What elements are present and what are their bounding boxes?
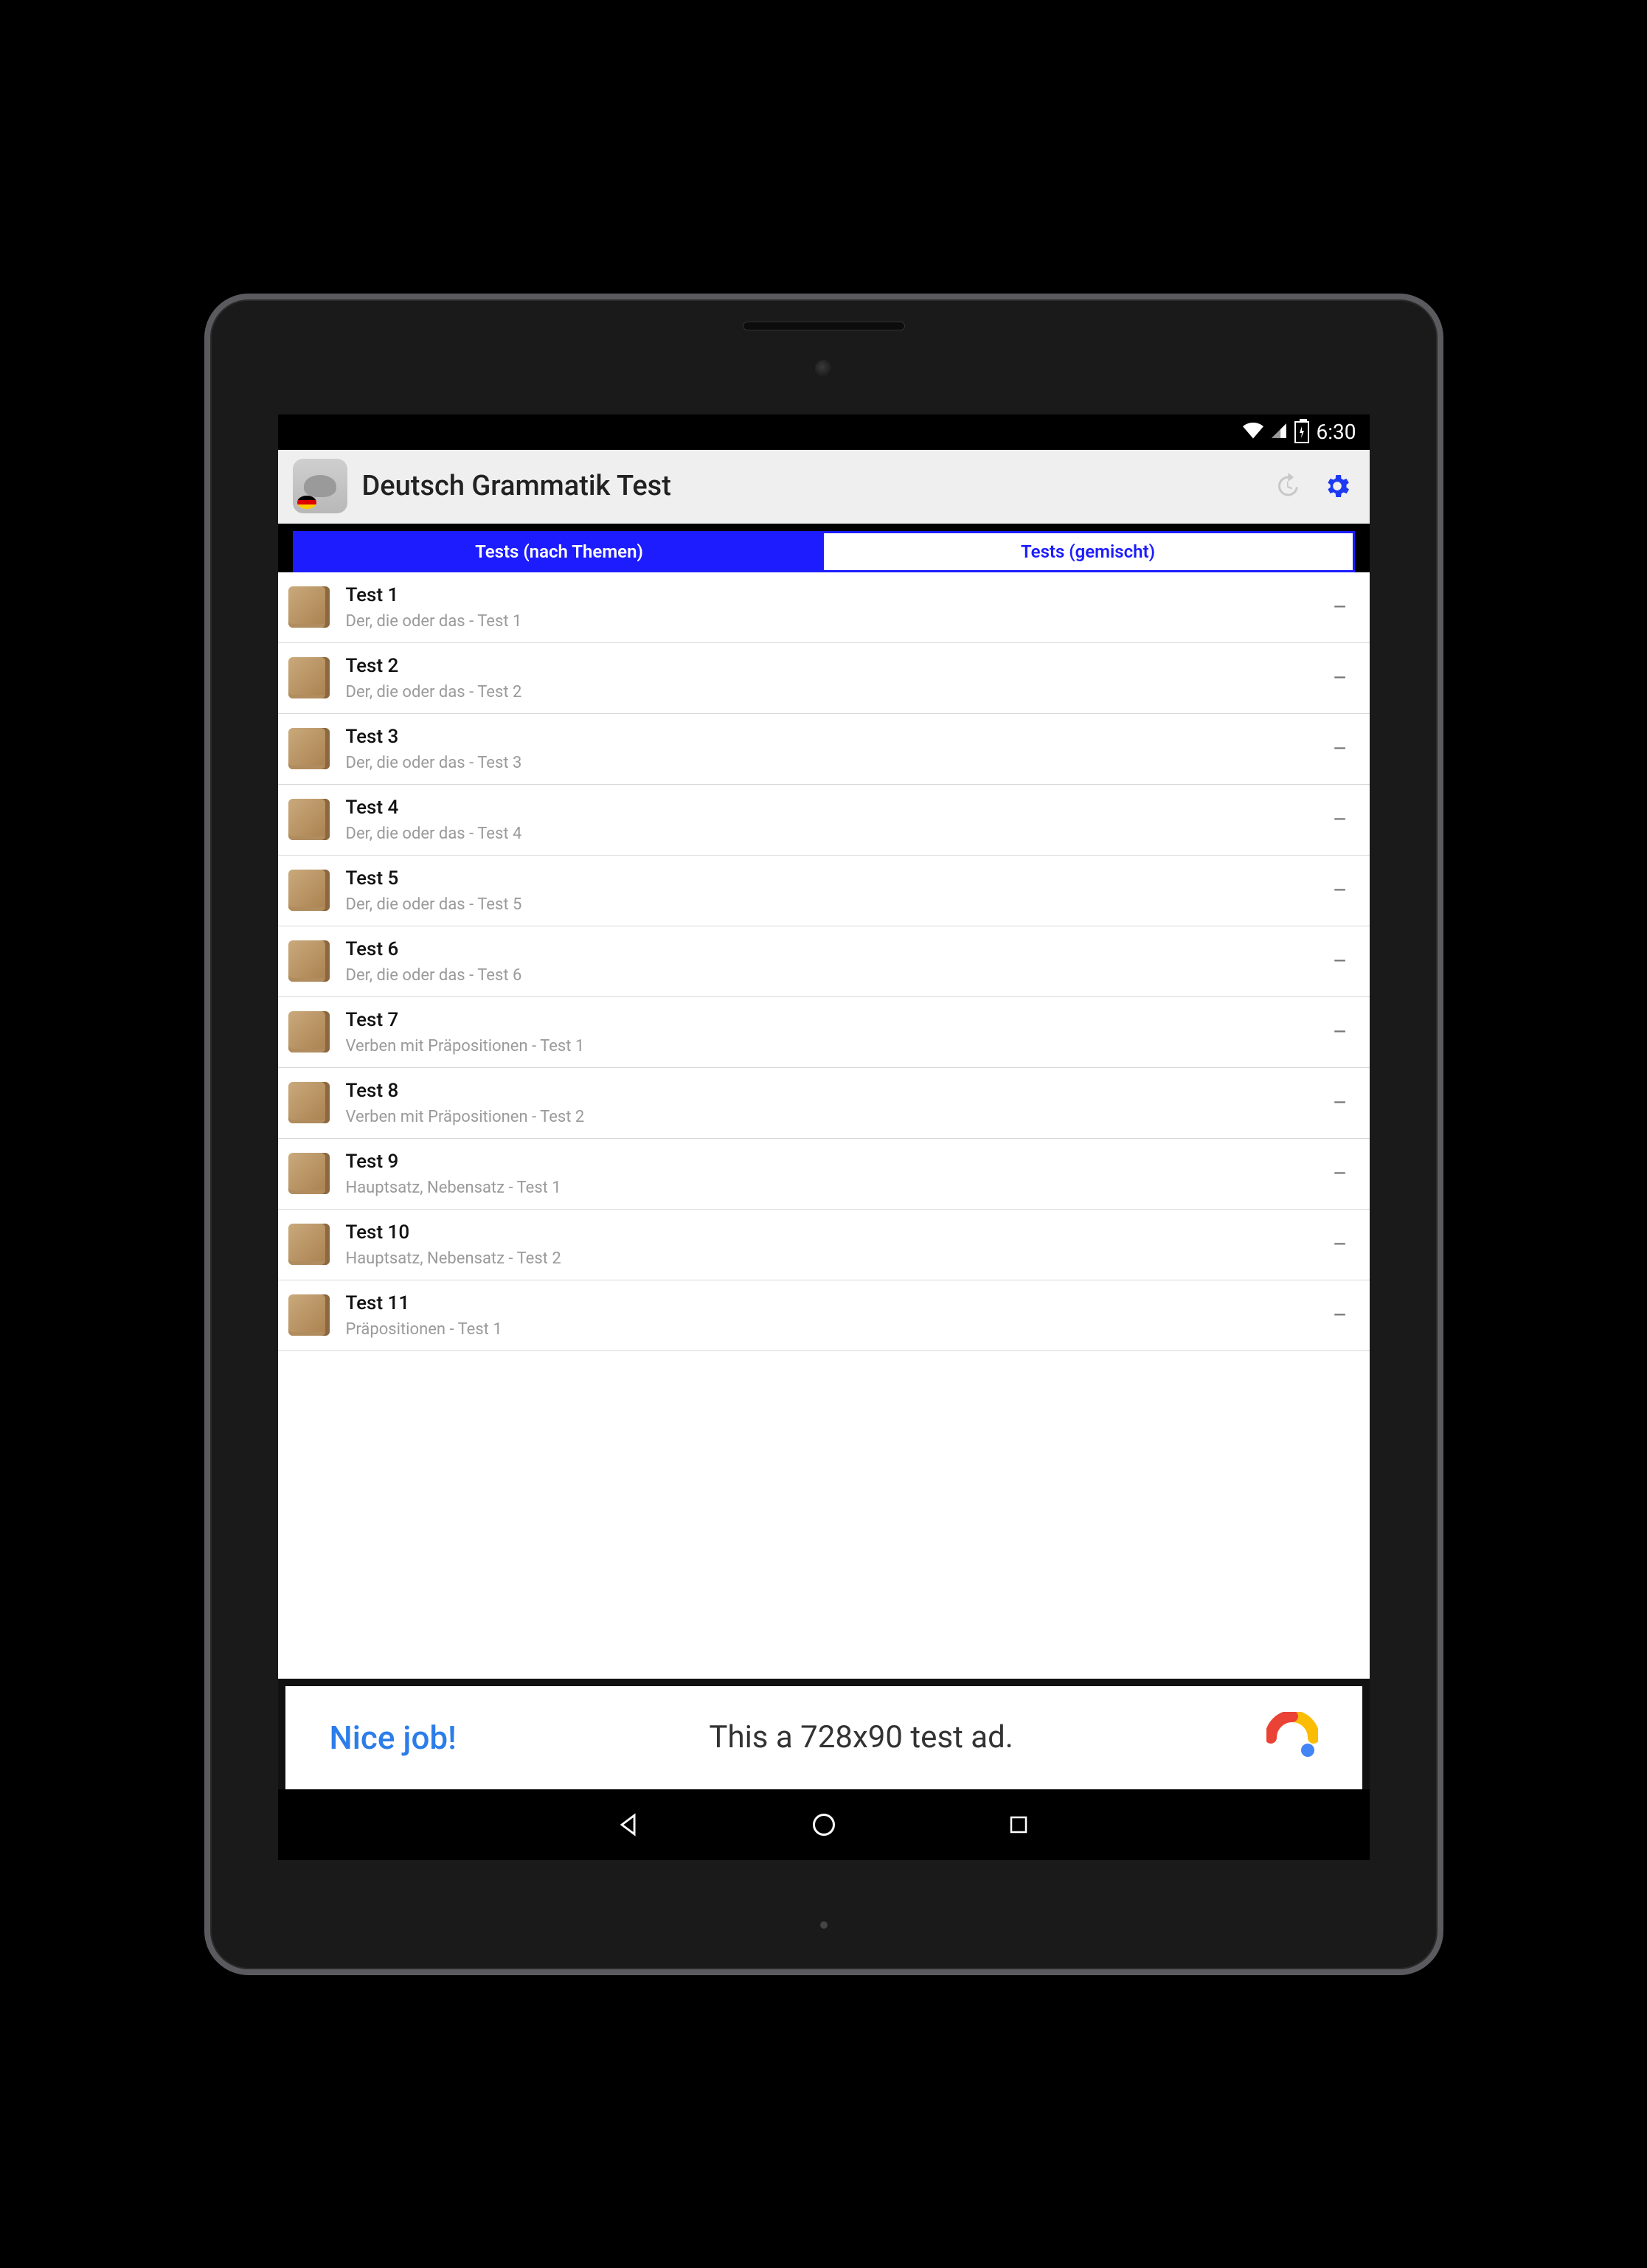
admob-icon <box>1266 1712 1318 1764</box>
test-list[interactable]: Test 1 Der, die oder das - Test 1 – Test… <box>278 572 1370 1679</box>
list-item-status: – <box>1328 594 1352 620</box>
list-item-title: Test 7 <box>346 1009 1312 1031</box>
book-icon <box>288 799 330 840</box>
signal-icon <box>1271 420 1287 444</box>
list-item[interactable]: Test 7 Verben mit Präpositionen - Test 1… <box>278 997 1370 1068</box>
list-item-subtitle: Der, die oder das - Test 3 <box>346 754 1312 772</box>
book-icon <box>288 1011 330 1052</box>
list-item-title: Test 8 <box>346 1080 1312 1102</box>
list-item[interactable]: Test 1 Der, die oder das - Test 1 – <box>278 572 1370 643</box>
book-icon <box>288 586 330 628</box>
list-item-texts: Test 2 Der, die oder das - Test 2 <box>346 655 1312 701</box>
list-item-subtitle: Präpositionen - Test 1 <box>346 1320 1312 1339</box>
nav-home-button[interactable] <box>808 1808 840 1841</box>
list-item-title: Test 2 <box>346 655 1312 677</box>
list-item-texts: Test 4 Der, die oder das - Test 4 <box>346 797 1312 843</box>
list-item-subtitle: Der, die oder das - Test 4 <box>346 825 1312 843</box>
book-icon <box>288 728 330 769</box>
tab-mixed[interactable]: Tests (gemischt) <box>824 533 1353 570</box>
list-item-title: Test 3 <box>346 726 1312 748</box>
ad-nice-text: Nice job! <box>330 1719 457 1757</box>
list-item-title: Test 10 <box>346 1221 1312 1244</box>
list-item-title: Test 5 <box>346 867 1312 889</box>
tab-by-topic[interactable]: Tests (nach Themen) <box>295 533 824 570</box>
list-item-status: – <box>1328 665 1352 691</box>
list-item-texts: Test 5 Der, die oder das - Test 5 <box>346 867 1312 914</box>
list-item-texts: Test 9 Hauptsatz, Nebensatz - Test 1 <box>346 1151 1312 1197</box>
status-time: 6:30 <box>1317 420 1356 444</box>
ad-message: This a 728x90 test ad. <box>486 1719 1237 1755</box>
battery-icon <box>1294 421 1309 443</box>
history-icon[interactable] <box>1269 468 1305 504</box>
nav-back-button[interactable] <box>613 1808 645 1841</box>
tablet-frame: 6:30 Deutsch Grammatik Test Tes <box>204 294 1443 1975</box>
list-item-subtitle: Der, die oder das - Test 1 <box>346 612 1312 631</box>
device-speaker <box>743 322 905 330</box>
book-icon <box>288 1153 330 1194</box>
action-bar: Deutsch Grammatik Test <box>278 450 1370 524</box>
device-home-indicator <box>820 1921 828 1929</box>
list-item-status: – <box>1328 736 1352 762</box>
list-item-status: – <box>1328 1232 1352 1258</box>
list-item-texts: Test 11 Präpositionen - Test 1 <box>346 1292 1312 1339</box>
list-item-status: – <box>1328 1303 1352 1328</box>
list-item-subtitle: Der, die oder das - Test 5 <box>346 895 1312 914</box>
list-item[interactable]: Test 4 Der, die oder das - Test 4 – <box>278 785 1370 856</box>
list-item[interactable]: Test 2 Der, die oder das - Test 2 – <box>278 643 1370 714</box>
settings-icon[interactable] <box>1320 468 1355 504</box>
list-item-status: – <box>1328 1161 1352 1187</box>
list-item-texts: Test 3 Der, die oder das - Test 3 <box>346 726 1312 772</box>
book-icon <box>288 940 330 982</box>
list-item-texts: Test 10 Hauptsatz, Nebensatz - Test 2 <box>346 1221 1312 1268</box>
list-item[interactable]: Test 9 Hauptsatz, Nebensatz - Test 1 – <box>278 1139 1370 1210</box>
list-item-texts: Test 8 Verben mit Präpositionen - Test 2 <box>346 1080 1312 1126</box>
nav-recent-button[interactable] <box>1002 1808 1035 1841</box>
tab-label: Tests (nach Themen) <box>475 541 643 562</box>
list-item-status: – <box>1328 878 1352 904</box>
list-item-title: Test 9 <box>346 1151 1312 1173</box>
list-item[interactable]: Test 6 Der, die oder das - Test 6 – <box>278 926 1370 997</box>
app-title: Deutsch Grammatik Test <box>362 470 1255 502</box>
list-item[interactable]: Test 5 Der, die oder das - Test 5 – <box>278 856 1370 926</box>
list-item[interactable]: Test 10 Hauptsatz, Nebensatz - Test 2 – <box>278 1210 1370 1280</box>
app-icon <box>293 459 347 513</box>
list-item-subtitle: Hauptsatz, Nebensatz - Test 2 <box>346 1249 1312 1268</box>
list-item-status: – <box>1328 807 1352 833</box>
list-item-title: Test 4 <box>346 797 1312 819</box>
tab-bar: Tests (nach Themen) Tests (gemischt) <box>293 531 1355 572</box>
list-item-texts: Test 7 Verben mit Präpositionen - Test 1 <box>346 1009 1312 1055</box>
list-item-status: – <box>1328 1090 1352 1116</box>
tab-label: Tests (gemischt) <box>1021 541 1155 562</box>
list-item-status: – <box>1328 949 1352 974</box>
book-icon <box>288 870 330 911</box>
book-icon <box>288 1294 330 1336</box>
book-icon <box>288 657 330 698</box>
list-item-texts: Test 1 Der, die oder das - Test 1 <box>346 584 1312 631</box>
list-item-subtitle: Der, die oder das - Test 2 <box>346 683 1312 701</box>
system-nav-bar <box>278 1789 1370 1860</box>
book-icon <box>288 1224 330 1265</box>
list-item[interactable]: Test 11 Präpositionen - Test 1 – <box>278 1280 1370 1351</box>
list-item-subtitle: Verben mit Präpositionen - Test 1 <box>346 1037 1312 1055</box>
status-bar: 6:30 <box>278 415 1370 450</box>
list-item-title: Test 11 <box>346 1292 1312 1314</box>
list-item-subtitle: Verben mit Präpositionen - Test 2 <box>346 1108 1312 1126</box>
list-item-title: Test 1 <box>346 584 1312 606</box>
ad-banner[interactable]: Nice job! This a 728x90 test ad. <box>278 1679 1370 1789</box>
list-item-texts: Test 6 Der, die oder das - Test 6 <box>346 938 1312 985</box>
list-item[interactable]: Test 3 Der, die oder das - Test 3 – <box>278 714 1370 785</box>
wifi-icon <box>1243 420 1263 444</box>
list-item-subtitle: Der, die oder das - Test 6 <box>346 966 1312 985</box>
list-item-status: – <box>1328 1019 1352 1045</box>
device-camera <box>815 360 833 378</box>
list-item-subtitle: Hauptsatz, Nebensatz - Test 1 <box>346 1179 1312 1197</box>
screen: 6:30 Deutsch Grammatik Test Tes <box>278 415 1370 1860</box>
list-item[interactable]: Test 8 Verben mit Präpositionen - Test 2… <box>278 1068 1370 1139</box>
list-item-title: Test 6 <box>346 938 1312 960</box>
book-icon <box>288 1082 330 1123</box>
